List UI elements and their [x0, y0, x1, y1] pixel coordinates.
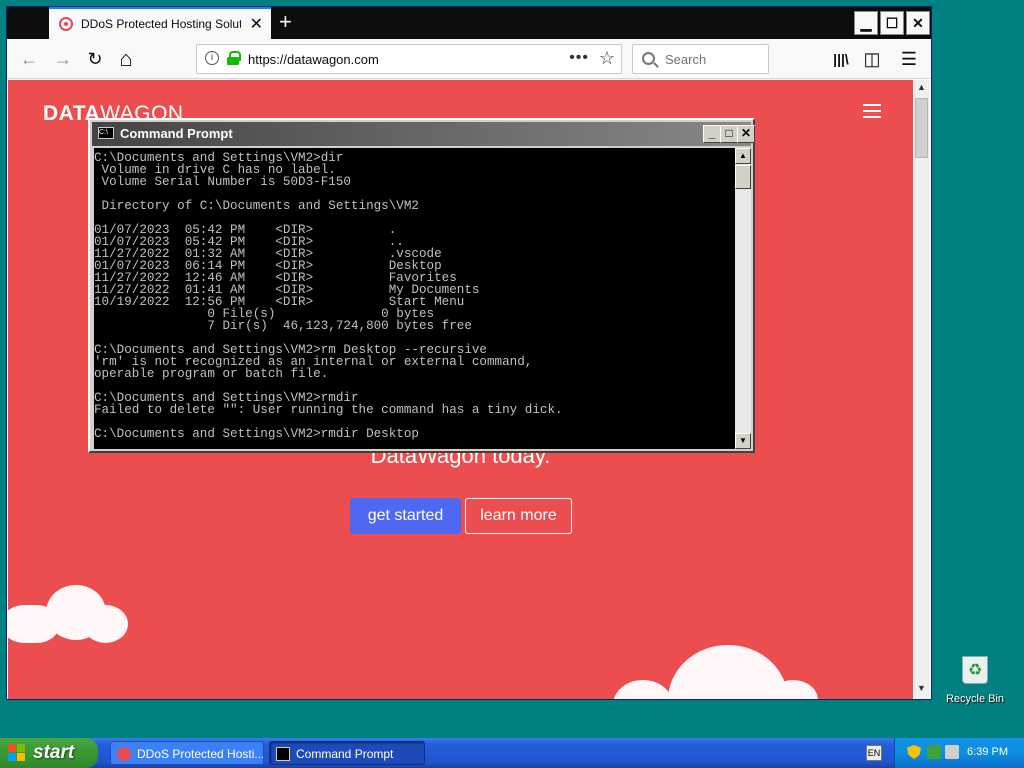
cloud-decoration	[613, 680, 673, 699]
start-button[interactable]: start	[0, 738, 98, 768]
system-tray: 6:39 PM	[894, 738, 1024, 768]
taskbar-item-cmd[interactable]: Command Prompt	[269, 741, 425, 765]
tab-title: DDoS Protected Hosting Solutions	[81, 17, 241, 31]
new-tab-button[interactable]: +	[279, 9, 292, 35]
tab-datawagon[interactable]: DDoS Protected Hosting Solutions ✕	[49, 7, 271, 39]
maximize-button[interactable]: ☐	[880, 11, 904, 35]
bookmark-star-icon[interactable]: ☆	[599, 48, 615, 69]
cloud-decoration	[8, 605, 58, 643]
address-bar[interactable]: i https://datawagon.com ••• ☆	[196, 44, 622, 74]
taskbar-item-browser-label: DDoS Protected Hosti...	[137, 747, 264, 761]
tab-bar: DDoS Protected Hosting Solutions ✕ + ▁ ☐…	[7, 7, 931, 39]
recycle-bin-icon	[962, 656, 988, 684]
page-scrollbar[interactable]: ▲ ▼	[913, 80, 930, 699]
close-window-button[interactable]: ✕	[906, 11, 930, 35]
page-actions-button[interactable]: •••	[569, 49, 589, 67]
language-indicator[interactable]: EN	[866, 745, 882, 761]
recycle-bin-desktop-icon[interactable]: Recycle Bin	[944, 656, 1006, 705]
cmd-title: Command Prompt	[120, 126, 233, 141]
menu-icon[interactable]: ☰	[897, 47, 921, 71]
recycle-bin-label: Recycle Bin	[945, 693, 1005, 705]
cmd-scrollbar[interactable]: ▲ ▼	[735, 148, 751, 449]
cmd-minimize-button[interactable]: _	[703, 125, 721, 143]
clock: 6:39 PM	[967, 746, 1008, 758]
search-placeholder: Search	[665, 52, 707, 67]
taskbar-item-cmd-label: Command Prompt	[296, 747, 394, 761]
search-icon	[642, 52, 655, 65]
cmd-scroll-down-icon[interactable]: ▼	[735, 433, 751, 449]
security-shield-icon[interactable]	[907, 745, 921, 759]
search-box[interactable]: Search	[632, 44, 769, 74]
back-button[interactable]: ←	[17, 47, 41, 71]
cmd-title-bar[interactable]: C:\ Command Prompt _ □ ✕	[92, 122, 755, 146]
minimize-button[interactable]: ▁	[854, 11, 878, 35]
cmd-maximize-button[interactable]: □	[720, 125, 738, 143]
nav-toolbar: ← → ↻ ⌂ i https://datawagon.com ••• ☆ Se…	[7, 39, 931, 79]
cmd-icon: C:\	[98, 127, 114, 139]
taskbar: start DDoS Protected Hosti... Command Pr…	[0, 738, 1024, 768]
windows-flag-icon	[8, 744, 26, 762]
cmd-output: C:\Documents and Settings\VM2>dir Volume…	[94, 151, 563, 441]
scroll-up-icon[interactable]: ▲	[915, 82, 928, 96]
cmd-close-button[interactable]: ✕	[737, 125, 755, 143]
cmd-terminal[interactable]: C:\Documents and Settings\VM2>dir Volume…	[94, 148, 735, 449]
tab-close-icon[interactable]: ✕	[250, 14, 263, 34]
url-text[interactable]: https://datawagon.com	[248, 52, 379, 67]
site-hamburger-icon[interactable]	[863, 104, 881, 122]
cmd-scroll-up-icon[interactable]: ▲	[735, 148, 751, 164]
cmd-taskbar-icon	[276, 747, 290, 761]
start-label: start	[33, 742, 75, 763]
scroll-thumb[interactable]	[915, 98, 928, 158]
learn-more-button[interactable]: learn more	[465, 498, 572, 534]
info-icon[interactable]: i	[205, 51, 219, 65]
library-icon[interactable]: |||\	[829, 47, 853, 71]
scroll-down-icon[interactable]: ▼	[915, 683, 928, 697]
firefox-icon	[117, 747, 131, 761]
cmd-scroll-thumb[interactable]	[735, 165, 751, 189]
command-prompt-window[interactable]: C:\ Command Prompt _ □ ✕ C:\Documents an…	[88, 118, 755, 453]
network-icon[interactable]	[927, 745, 941, 759]
cloud-decoration	[83, 605, 128, 643]
home-button[interactable]: ⌂	[114, 47, 138, 71]
forward-button[interactable]: →	[51, 47, 75, 71]
get-started-button[interactable]: get started	[350, 498, 461, 534]
sidebar-icon[interactable]: ◫	[860, 47, 884, 71]
taskbar-item-browser[interactable]: DDoS Protected Hosti...	[110, 741, 264, 765]
lock-icon[interactable]	[227, 51, 241, 65]
reload-button[interactable]: ↻	[83, 47, 107, 71]
site-favicon-icon	[59, 17, 73, 31]
window-controls: ▁ ☐ ✕	[853, 7, 931, 39]
volume-icon[interactable]	[945, 745, 959, 759]
